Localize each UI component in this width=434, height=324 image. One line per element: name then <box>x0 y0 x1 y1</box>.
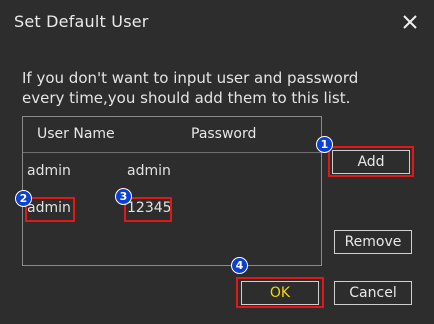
cell-user-name[interactable]: admin <box>27 200 71 216</box>
step-badge-2: 2 <box>15 190 32 207</box>
add-button-label: Add <box>357 154 385 170</box>
step-badge-3: 3 <box>115 188 132 205</box>
cancel-button-label: Cancel <box>349 285 397 301</box>
dialog-title: Set Default User <box>14 12 149 31</box>
cell-user-name: admin <box>27 163 71 179</box>
step-badge-1: 1 <box>316 136 333 153</box>
column-header-user-name[interactable]: User Name <box>37 126 115 142</box>
list-row[interactable]: admin 12345 <box>23 200 321 224</box>
list-header: User Name Password <box>23 117 321 153</box>
close-icon <box>403 15 417 29</box>
cell-password: admin <box>127 163 171 179</box>
set-default-user-dialog: Set Default User If you don't want to in… <box>0 0 434 324</box>
list-row[interactable]: admin admin <box>23 163 321 187</box>
step-badge-4: 4 <box>231 257 248 274</box>
dialog-description: If you don't want to input user and pass… <box>22 69 359 107</box>
user-list[interactable]: User Name Password admin admin admin 123… <box>22 116 322 266</box>
ok-button-label: OK <box>269 285 291 301</box>
column-header-password[interactable]: Password <box>191 126 256 142</box>
add-button[interactable]: Add <box>332 150 410 174</box>
close-button[interactable] <box>398 8 422 36</box>
remove-button-label: Remove <box>344 234 402 250</box>
ok-button[interactable]: OK <box>241 281 319 305</box>
cell-password[interactable]: 12345 <box>127 200 172 216</box>
remove-button[interactable]: Remove <box>334 230 412 254</box>
cancel-button[interactable]: Cancel <box>334 281 412 305</box>
title-bar: Set Default User <box>0 0 434 44</box>
